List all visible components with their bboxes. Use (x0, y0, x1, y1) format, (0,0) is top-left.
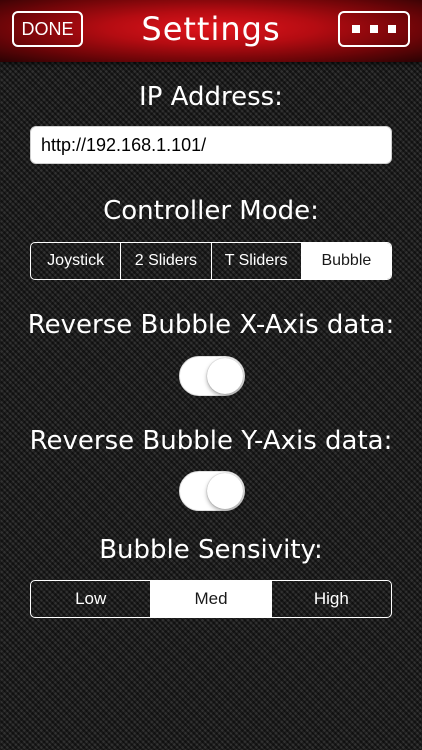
segment-2-sliders[interactable]: 2 Sliders (120, 243, 210, 279)
segment-low[interactable]: Low (31, 581, 150, 617)
bubble-sensitivity-label: Bubble Sensivity: (99, 535, 323, 565)
ip-address-input[interactable]: http://192.168.1.101/ (30, 126, 392, 164)
ip-address-label: IP Address: (139, 82, 283, 112)
segment-joystick[interactable]: Joystick (31, 243, 120, 279)
reverse-y-axis-label: Reverse Bubble Y-Axis data: (29, 426, 393, 456)
segment-bubble[interactable]: Bubble (300, 243, 391, 279)
bubble-sensitivity-segmented-control: Low Med High (30, 580, 392, 618)
ellipsis-icon (370, 25, 378, 33)
segment-t-sliders[interactable]: T Sliders (210, 243, 301, 279)
segment-med[interactable]: Med (150, 581, 271, 617)
ellipsis-icon (388, 25, 396, 33)
reverse-y-axis-toggle[interactable] (179, 471, 245, 511)
ellipsis-icon (352, 25, 360, 33)
toggle-knob (207, 358, 243, 394)
toggle-knob (207, 473, 243, 509)
reverse-x-axis-label: Reverse Bubble X-Axis data: (27, 310, 395, 340)
segment-high[interactable]: High (270, 581, 391, 617)
settings-screen: DONE Settings IP Address: http://192.168… (0, 0, 422, 750)
controller-mode-label: Controller Mode: (103, 196, 319, 226)
header-bar: DONE Settings (0, 0, 422, 62)
reverse-x-axis-toggle[interactable] (179, 356, 245, 396)
controller-mode-segmented-control: Joystick 2 Sliders T Sliders Bubble (30, 242, 392, 280)
more-options-button[interactable] (338, 11, 410, 47)
